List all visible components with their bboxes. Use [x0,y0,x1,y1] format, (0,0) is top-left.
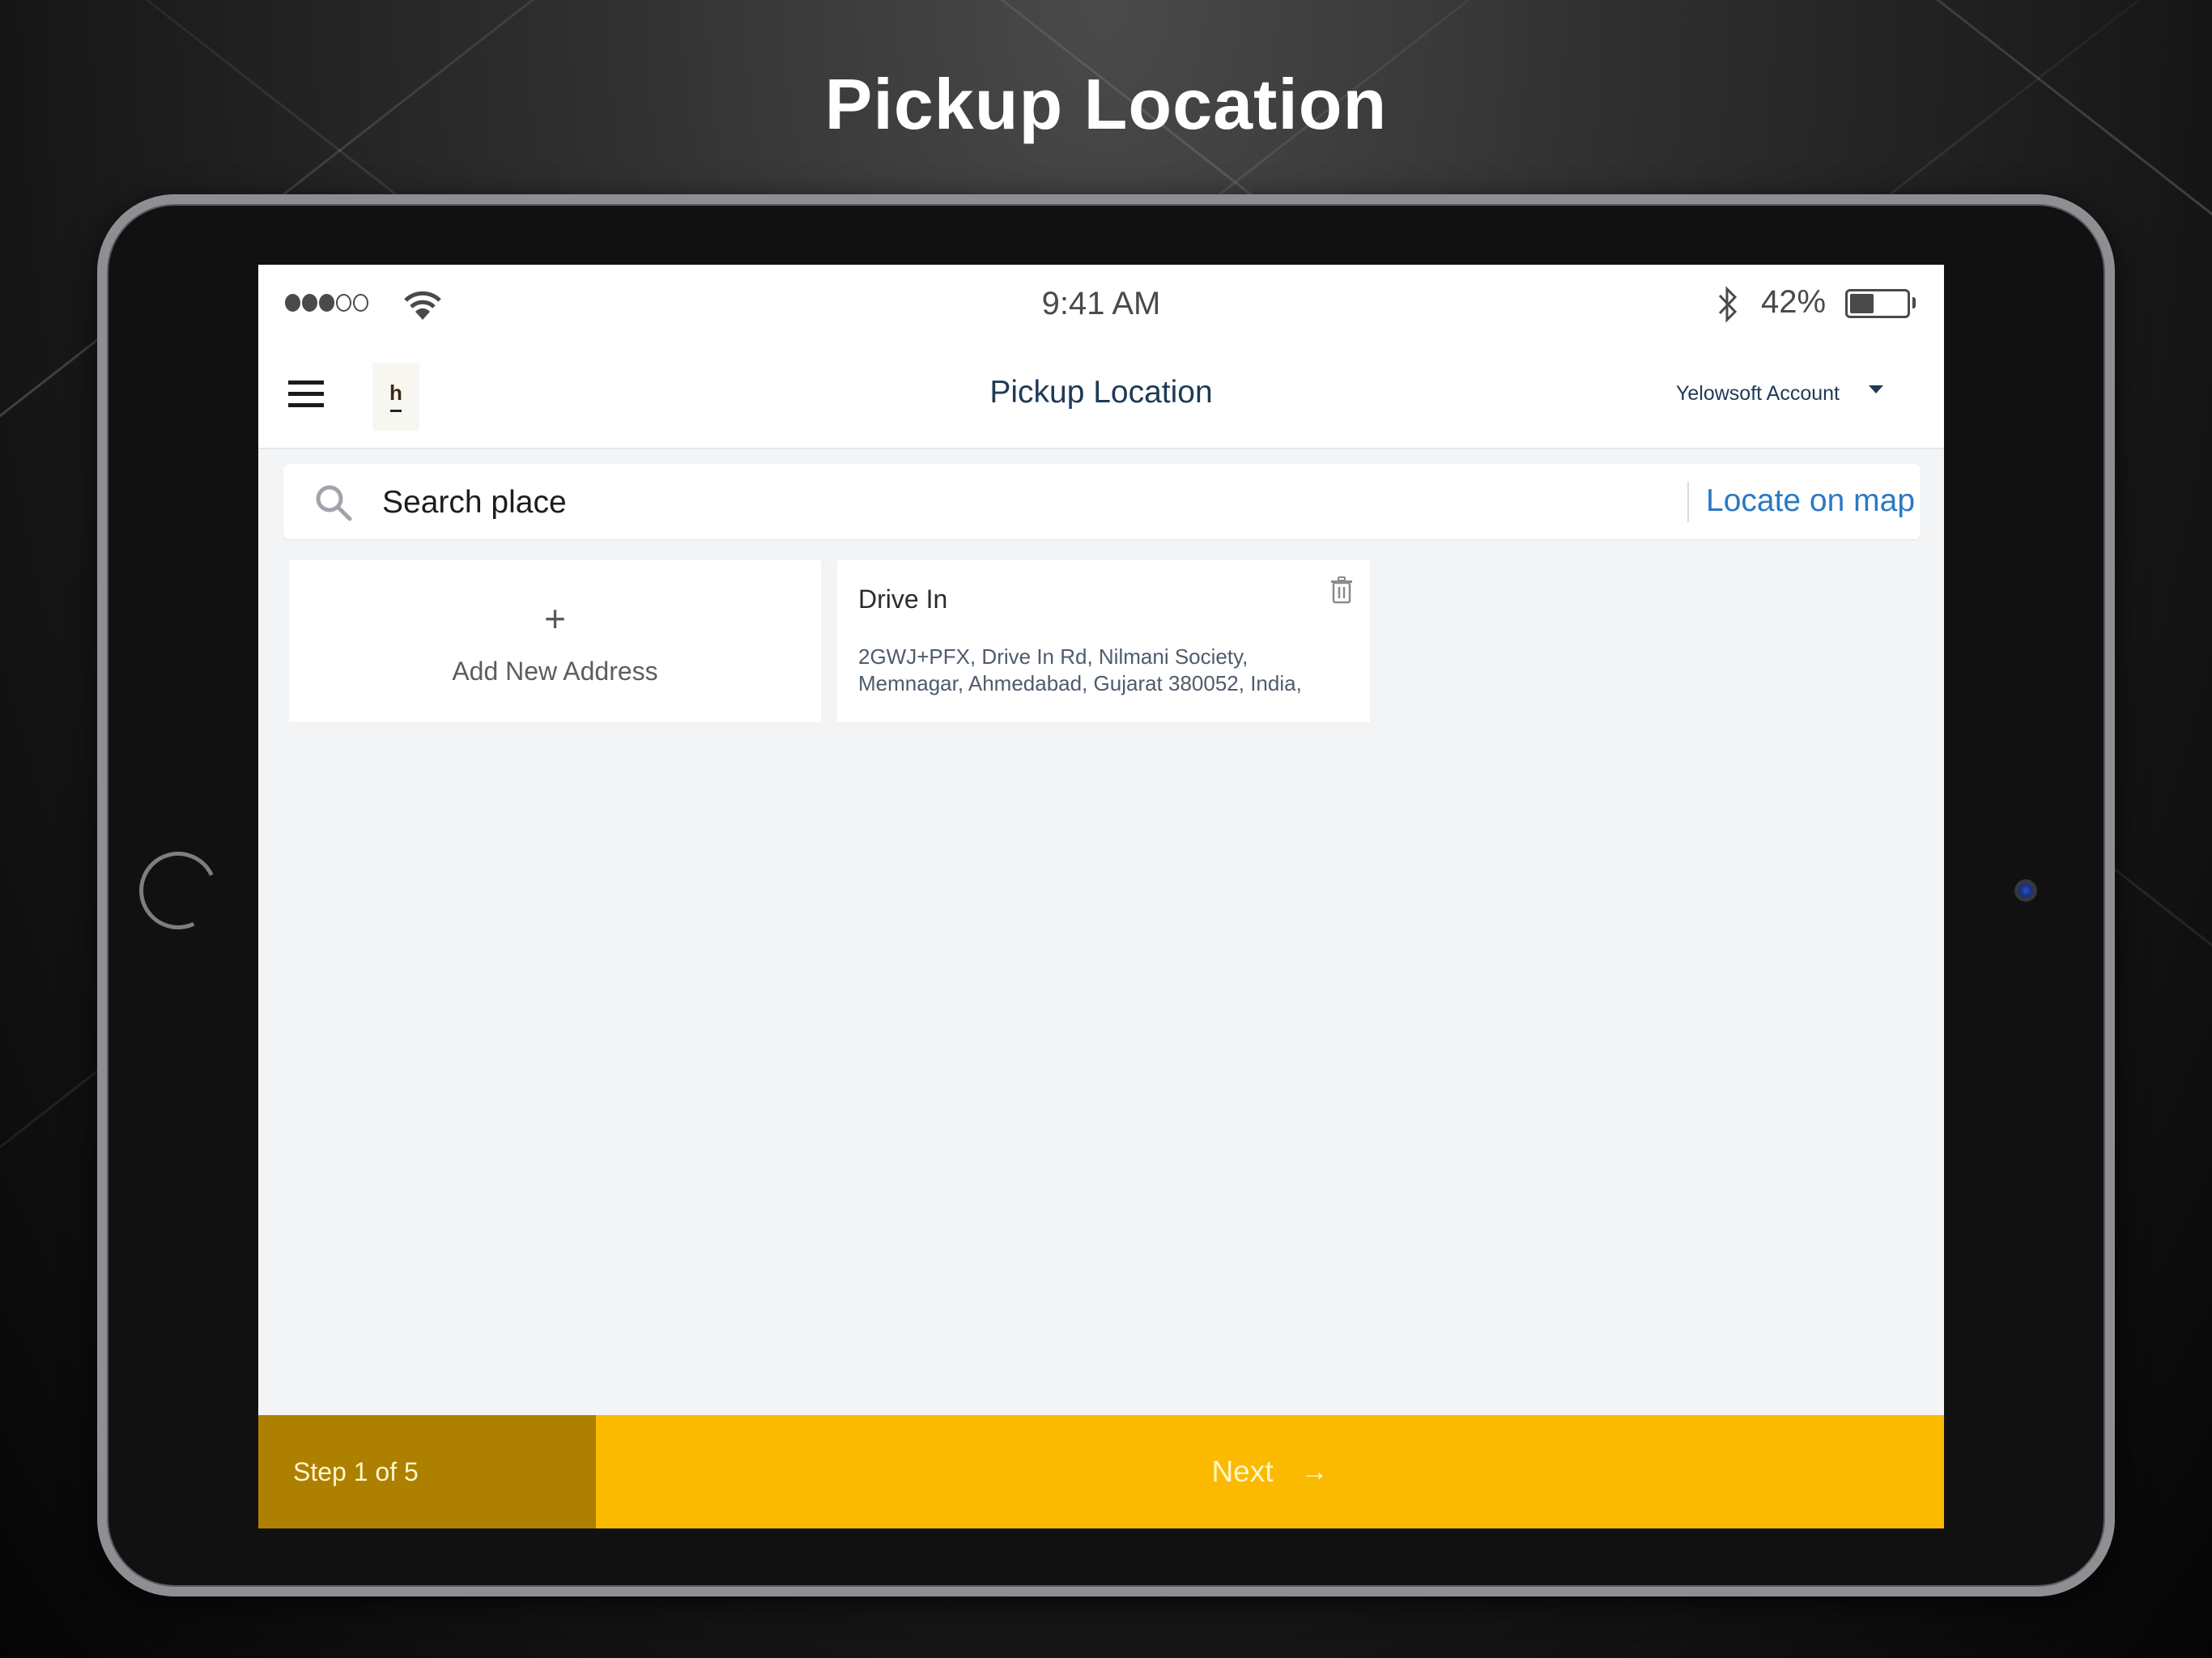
add-new-address-button[interactable]: + Add New Address [289,560,821,722]
locate-on-map-button[interactable]: Locate on map [1706,483,1915,519]
account-label: Yelowsoft Account [1676,382,1840,405]
nav-header: h Pickup Location Yelowsoft Account [258,340,1944,449]
address-list: + Add New Address Drive In 2GWJ+PFX, Dri… [289,560,1370,722]
next-button[interactable]: Next → [596,1415,1944,1528]
wizard-footer: Step 1 of 5 Next → [258,1415,1944,1528]
promo-title: Pickup Location [824,64,1388,144]
address-name: Drive In [858,585,948,614]
bluetooth-icon [1718,286,1738,323]
next-label: Next [1211,1455,1274,1488]
step-indicator: Step 1 of 5 [258,1415,596,1528]
search-input[interactable] [381,478,1598,527]
battery-percent: 42% [1761,284,1827,320]
search-icon [316,485,352,521]
camera-icon [2014,879,2037,902]
search-bar: Locate on map [283,464,1921,539]
trash-icon[interactable] [1329,576,1354,604]
add-new-address-label: Add New Address [452,656,658,686]
status-time: 9:41 AM [1041,286,1161,321]
address-line: 2GWJ+PFX, Drive In Rd, Nilmani Society, [858,644,1249,669]
plus-icon: + [544,597,566,640]
search-divider [1687,482,1689,522]
battery-icon [1845,289,1910,318]
address-card[interactable]: Drive In 2GWJ+PFX, Drive In Rd, Nilmani … [837,560,1370,722]
status-bar: 9:41 AM 42% [258,265,1944,341]
account-dropdown[interactable]: Yelowsoft Account [1676,382,1883,406]
app-screen: 9:41 AM 42% h Pickup Location Yelowsoft … [258,265,1944,1528]
chevron-down-icon [1869,385,1883,393]
battery-level [1850,294,1874,313]
battery-tip [1912,297,1916,308]
address-line: Memnagar, Ahmedabad, Gujarat 380052, Ind… [858,671,1302,695]
arrow-right-icon: → [1300,1456,1329,1487]
